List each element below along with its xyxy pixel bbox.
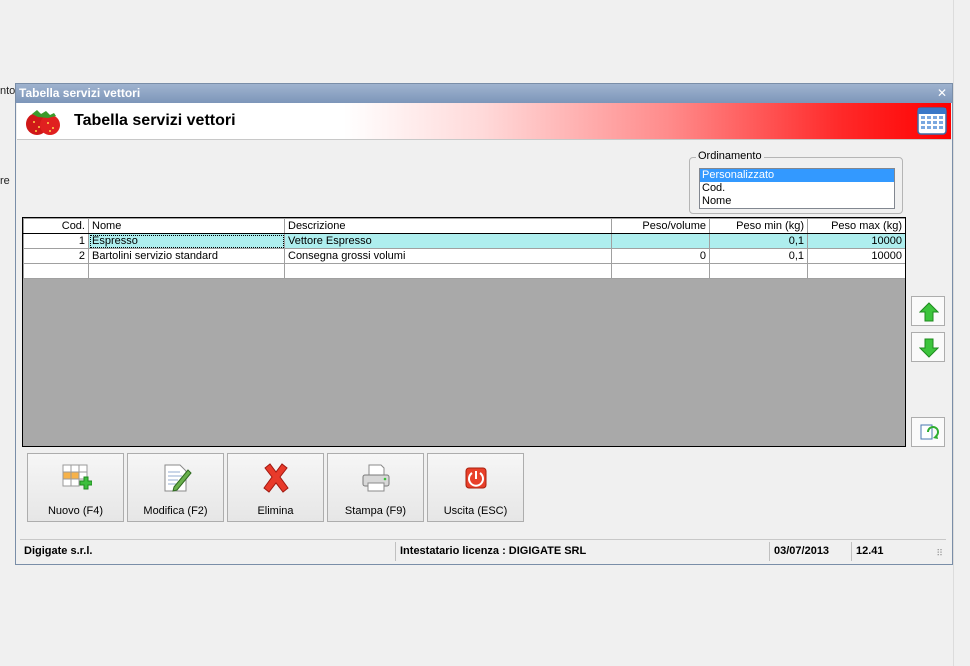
- stampa-button[interactable]: Stampa (F9): [327, 453, 424, 522]
- table-row[interactable]: 2 Bartolini servizio standard Consegna g…: [23, 248, 905, 264]
- table-row[interactable]: 1 Espresso Vettore Espresso 0,1 10000: [23, 233, 905, 249]
- ordinamento-group: Ordinamento Personalizzato Cod. Nome: [689, 150, 903, 214]
- cell-cod[interactable]: 1: [23, 233, 89, 249]
- modifica-label: Modifica (F2): [143, 505, 208, 517]
- new-grid-icon: [62, 464, 92, 490]
- background-scrollbar-strip: [953, 0, 970, 666]
- cell-peso-volume[interactable]: [611, 233, 710, 249]
- cell-descrizione[interactable]: Consegna grossi volumi: [284, 248, 612, 264]
- uscita-label: Uscita (ESC): [443, 505, 508, 517]
- cell-peso-max[interactable]: 10000: [807, 233, 905, 249]
- column-header-peso-min[interactable]: Peso min (kg): [709, 218, 808, 234]
- arrow-down-icon: [919, 338, 939, 358]
- cell-peso-volume[interactable]: 0: [611, 248, 710, 264]
- edit-icon: [164, 464, 192, 492]
- column-header-peso-max[interactable]: Peso max (kg): [807, 218, 905, 234]
- status-time: 12.41: [856, 545, 884, 557]
- calendar-icon[interactable]: [917, 107, 947, 135]
- header-banner: Tabella servizi vettori: [17, 103, 951, 140]
- ordinamento-option[interactable]: Cod.: [700, 182, 894, 195]
- close-icon[interactable]: ✕: [936, 87, 948, 99]
- arrow-up-icon: [919, 302, 939, 322]
- stampa-label: Stampa (F9): [344, 505, 407, 517]
- window-titlebar[interactable]: Tabella servizi vettori ✕: [16, 84, 952, 103]
- cell-peso-min[interactable]: 0,1: [709, 233, 808, 249]
- column-header-cod[interactable]: Cod.: [23, 218, 89, 234]
- elimina-button[interactable]: Elimina: [227, 453, 324, 522]
- strawberry-logo: [26, 110, 60, 135]
- cell-peso-min[interactable]: 0,1: [709, 248, 808, 264]
- printer-icon: [362, 464, 390, 492]
- move-up-button[interactable]: [911, 296, 945, 326]
- column-header-descrizione[interactable]: Descrizione: [284, 218, 612, 234]
- ordinamento-option[interactable]: Nome: [700, 195, 894, 208]
- status-date: 03/07/2013: [770, 542, 852, 561]
- refresh-icon: [920, 424, 939, 440]
- cell-nome[interactable]: Bartolini servizio standard: [88, 248, 285, 264]
- column-header-nome[interactable]: Nome: [88, 218, 285, 234]
- background-text-fragment: nto: [0, 85, 16, 97]
- cell-cod[interactable]: 2: [23, 248, 89, 264]
- resize-grip-icon[interactable]: ⠿: [936, 548, 943, 559]
- modifica-button[interactable]: Modifica (F2): [127, 453, 224, 522]
- status-bar: Digigate s.r.l. Intestatario licenza : D…: [20, 539, 946, 561]
- elimina-label: Elimina: [257, 505, 294, 517]
- ordinamento-option[interactable]: Personalizzato: [700, 169, 894, 182]
- cell-descrizione[interactable]: Vettore Espresso: [284, 233, 612, 249]
- status-company: Digigate s.r.l.: [20, 542, 396, 561]
- table-row-new[interactable]: [23, 263, 905, 279]
- page-title: Tabella servizi vettori: [74, 112, 236, 129]
- cell-peso-max[interactable]: 10000: [807, 248, 905, 264]
- window-title: Tabella servizi vettori: [19, 86, 141, 100]
- servizi-vettori-window: Tabella servizi vettori ✕ Tabella serviz…: [15, 83, 953, 565]
- background-text-fragment: re: [0, 175, 10, 187]
- nuovo-label: Nuovo (F4): [47, 505, 104, 517]
- uscita-button[interactable]: Uscita (ESC): [427, 453, 524, 522]
- ordinamento-listbox[interactable]: Personalizzato Cod. Nome: [699, 168, 895, 209]
- move-down-button[interactable]: [911, 332, 945, 362]
- status-license: Intestatario licenza : DIGIGATE SRL: [396, 542, 770, 561]
- column-header-peso-volume[interactable]: Peso/volume: [611, 218, 710, 234]
- vettori-grid[interactable]: Cod. Nome Descrizione Peso/volume Peso m…: [22, 217, 906, 447]
- power-exit-icon: [465, 467, 487, 489]
- cell-nome[interactable]: Espresso: [88, 233, 285, 249]
- refresh-button[interactable]: [911, 417, 945, 447]
- ordinamento-legend: Ordinamento: [696, 150, 764, 162]
- table-header-row: Cod. Nome Descrizione Peso/volume Peso m…: [23, 218, 905, 234]
- nuovo-button[interactable]: Nuovo (F4): [27, 453, 124, 522]
- delete-x-icon: [263, 463, 289, 493]
